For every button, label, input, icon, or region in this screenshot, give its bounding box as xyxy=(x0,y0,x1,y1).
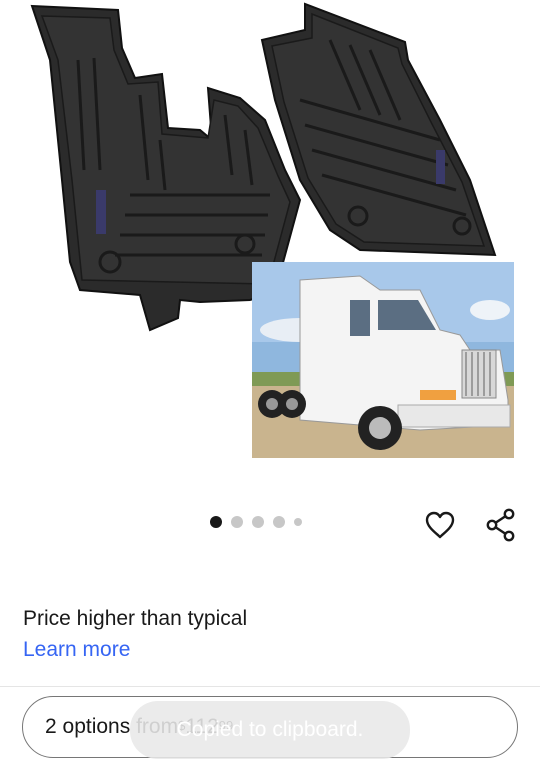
carousel-dot-1[interactable] xyxy=(210,516,222,528)
carousel-dot-3[interactable] xyxy=(252,516,264,528)
truck-photo xyxy=(252,262,514,458)
heart-icon xyxy=(425,511,455,539)
section-divider xyxy=(0,686,540,687)
learn-more-link[interactable]: Learn more xyxy=(23,638,130,662)
product-photo xyxy=(30,2,514,458)
price-higher-note: Price higher than typical xyxy=(23,607,248,630)
clipboard-toast: Copied to clipboard. xyxy=(130,701,410,759)
carousel-dot-4[interactable] xyxy=(273,516,285,528)
share-icon xyxy=(486,508,515,542)
share-button[interactable] xyxy=(483,507,519,543)
carousel-indicator[interactable] xyxy=(210,516,302,528)
right-floor-mat xyxy=(260,2,497,257)
carousel-dot-2[interactable] xyxy=(231,516,243,528)
carousel-dot-5[interactable] xyxy=(294,518,302,526)
watch-button[interactable] xyxy=(422,507,458,543)
product-image[interactable] xyxy=(0,0,540,500)
